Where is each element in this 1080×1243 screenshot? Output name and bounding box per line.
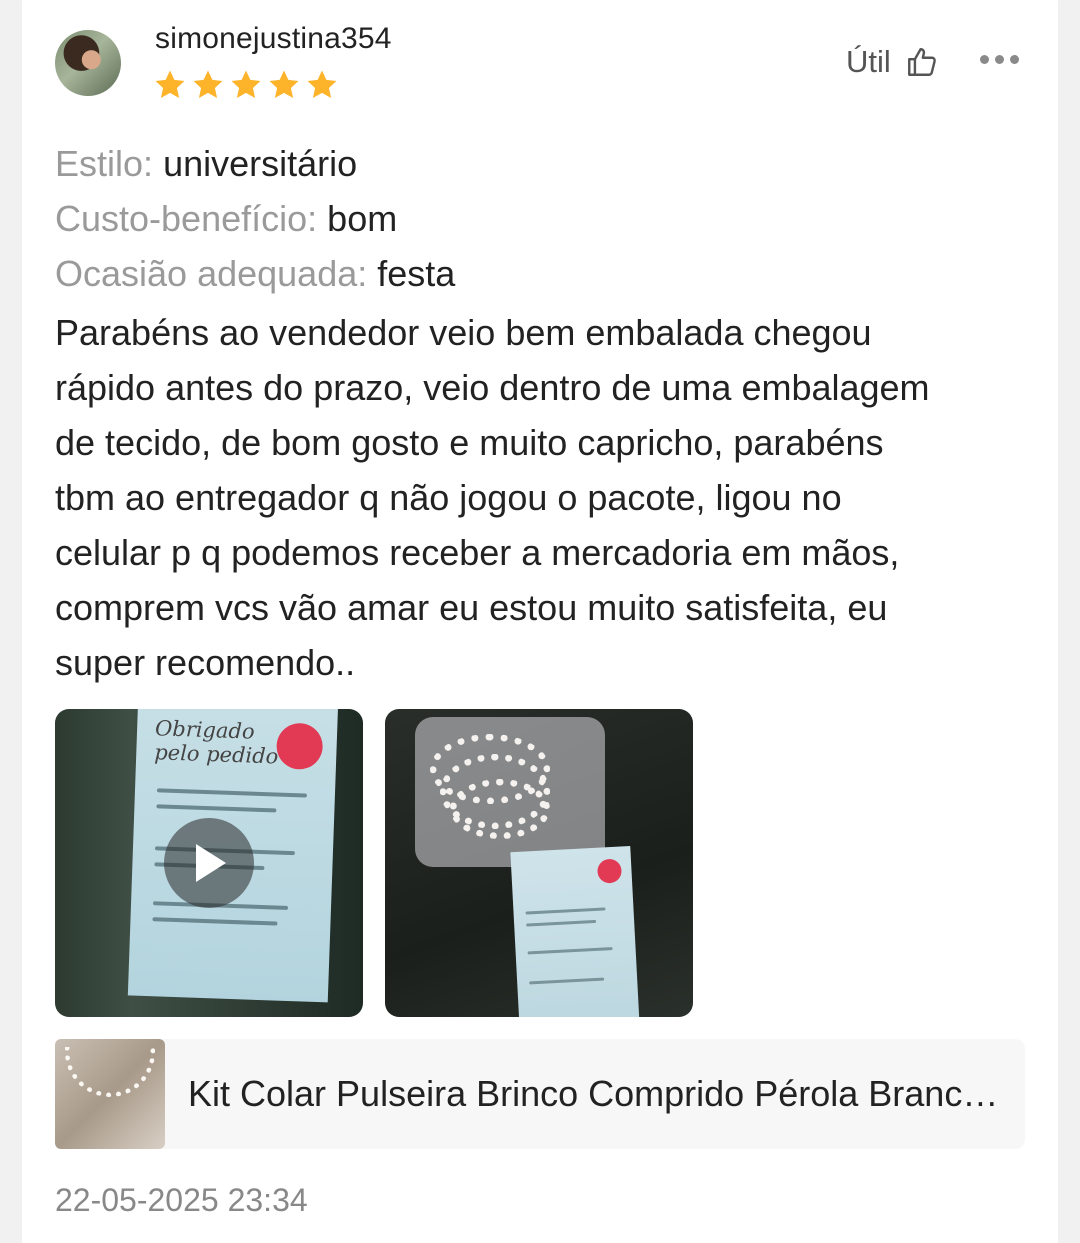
star-icon (193, 70, 223, 99)
attribute-value-for-money: Custo-benefício: bom (55, 198, 398, 239)
helpful-label: Útil (846, 44, 891, 79)
review-text: Parabéns ao vendedor veio bem embalada c… (55, 312, 930, 683)
helpful-button[interactable]: Útil (846, 44, 939, 80)
play-icon[interactable] (164, 818, 254, 908)
star-icon (231, 70, 261, 99)
star-icon (307, 70, 337, 99)
attribute-style: Estilo: universitário (55, 143, 358, 184)
review-photo-thumbnail[interactable] (385, 709, 693, 1017)
thank-you-card-image (510, 845, 640, 1017)
star-icon (155, 70, 185, 99)
more-options-icon[interactable] (980, 55, 1019, 64)
review-attributes: Estilo: universitário Custo-benefício: b… (55, 136, 455, 301)
avatar[interactable] (55, 30, 121, 96)
product-link[interactable]: Kit Colar Pulseira Brinco Comprido Pérol… (55, 1039, 1025, 1149)
review-date: 22-05-2025 23:34 (55, 1182, 308, 1218)
thumbs-up-icon (907, 48, 936, 76)
attribute-occasion: Ocasião adequada: festa (55, 253, 456, 294)
review-video-thumbnail[interactable]: Obrigado pelo pedido (55, 709, 363, 1017)
product-thumbnail (55, 1039, 165, 1149)
reviewer-username[interactable]: simonejustina354 (155, 22, 392, 56)
star-rating (153, 68, 339, 102)
product-title: Kit Colar Pulseira Brinco Comprido Pérol… (188, 1073, 1003, 1114)
star-icon (269, 70, 299, 99)
